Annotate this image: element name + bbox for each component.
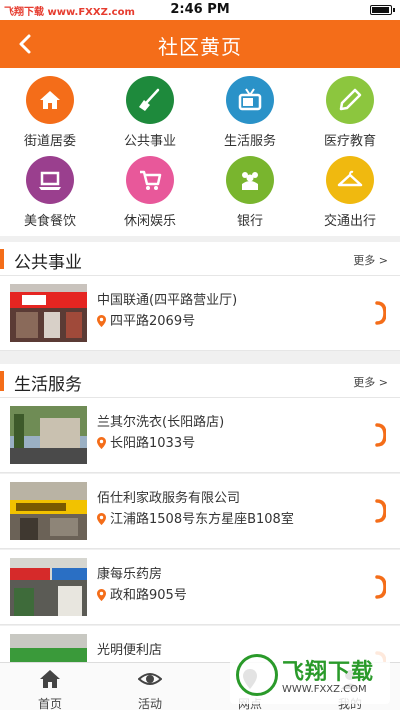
people-icon: [226, 156, 274, 204]
shop-thumbnail: [10, 406, 87, 464]
tab-home[interactable]: 首页: [0, 663, 100, 710]
location-pin-icon: [97, 513, 106, 525]
item-name: 光明便利店: [97, 643, 163, 658]
phone-icon[interactable]: [374, 422, 386, 448]
section-title: 公共事业: [14, 253, 82, 273]
battery-icon: [370, 5, 395, 15]
item-address-text: 四平路2069号: [110, 314, 196, 329]
phone-icon[interactable]: [374, 498, 386, 524]
list-item[interactable]: 中国联通(四平路营业厅) 四平路2069号: [0, 276, 400, 351]
watermark-logo-icon: [236, 654, 278, 696]
title-bar: 社区黄页: [0, 20, 400, 68]
pen-icon: [326, 76, 374, 124]
tv-icon: [226, 76, 274, 124]
shop-thumbnail: [10, 284, 87, 342]
category-item-bank[interactable]: 银行: [200, 148, 300, 229]
category-item-food[interactable]: 美食餐饮: [0, 148, 100, 229]
status-time: 2:46 PM: [170, 2, 230, 17]
more-link[interactable]: 更多 >: [353, 252, 388, 268]
more-link[interactable]: 更多 >: [353, 374, 388, 390]
category-item-street[interactable]: 街道居委: [0, 68, 100, 149]
location-pin-icon: [97, 315, 106, 327]
shop-thumbnail: [10, 482, 87, 540]
category-item-utility[interactable]: 公共事业: [100, 68, 200, 149]
list-item[interactable]: 兰其尔洗衣(长阳路店) 长阳路1033号: [0, 398, 400, 473]
category-label: 交通出行: [323, 214, 376, 229]
category-item-medical[interactable]: 医疗教育: [300, 68, 400, 149]
home-icon: [26, 76, 74, 124]
category-label: 街道居委: [23, 134, 76, 149]
location-pin-icon: [97, 437, 106, 449]
section-accent-bar: [0, 249, 4, 269]
category-label: 休闲娱乐: [123, 214, 176, 229]
section-title: 生活服务: [14, 375, 82, 395]
item-name: 兰其尔洗衣(长阳路店): [97, 415, 225, 430]
item-address: 政和路905号: [97, 584, 187, 603]
category-label: 医疗教育: [323, 134, 376, 149]
category-label: 生活服务: [223, 134, 276, 149]
tab-label: 首页: [37, 697, 62, 710]
item-address-text: 政和路905号: [110, 588, 187, 603]
home-icon: [40, 670, 60, 688]
shop-thumbnail: [10, 558, 87, 616]
category-item-transport[interactable]: 交通出行: [300, 148, 400, 229]
broom-icon: [126, 76, 174, 124]
eye-icon: [137, 673, 163, 685]
section-accent-bar: [0, 371, 4, 391]
status-bar: 飞翔下载 www.FXXZ.com 2:46 PM: [0, 0, 400, 20]
item-address: 江浦路1508号东方星座B108室: [97, 508, 294, 527]
category-grid: 街道居委 公共事业 生活服务 医疗教育 美食餐饮 休闲娱乐 银行 交通出行: [0, 68, 400, 236]
tab-label: 活动: [137, 697, 162, 710]
screen: 飞翔下载 www.FXXZ.com 2:46 PM 社区黄页 街道居委 公共事业: [0, 0, 400, 710]
phone-icon[interactable]: [374, 574, 386, 600]
item-name: 佰仕利家政服务有限公司: [97, 491, 241, 506]
category-label: 美食餐饮: [23, 214, 76, 229]
category-label: 银行: [236, 214, 263, 229]
phone-icon[interactable]: [374, 300, 386, 326]
section-header-life: 生活服务 更多 >: [0, 364, 400, 398]
tab-activity[interactable]: 活动: [100, 663, 200, 710]
watermark-url: WWW.FXXZ.COM: [282, 684, 367, 695]
page-title: 社区黄页: [158, 35, 242, 59]
item-name: 康每乐药房: [97, 567, 163, 582]
laptop-icon: [26, 156, 74, 204]
item-address: 长阳路1033号: [97, 432, 195, 451]
hanger-icon: [326, 156, 374, 204]
list-item[interactable]: 佰仕利家政服务有限公司 江浦路1508号东方星座B108室: [0, 474, 400, 549]
location-pin-icon: [97, 589, 106, 601]
item-address: 四平路2069号: [97, 310, 195, 329]
corner-watermark: 飞翔下载 WWW.FXXZ.COM: [230, 648, 390, 704]
item-name: 中国联通(四平路营业厅): [97, 293, 238, 308]
section-header-utility: 公共事业 更多 >: [0, 242, 400, 276]
list-item[interactable]: 康每乐药房 政和路905号: [0, 550, 400, 625]
item-address-text: 长阳路1033号: [110, 436, 196, 451]
category-label: 公共事业: [123, 134, 176, 149]
watermark-title: 飞翔下载: [282, 660, 375, 685]
category-item-leisure[interactable]: 休闲娱乐: [100, 148, 200, 229]
item-address-text: 江浦路1508号东方星座B108室: [110, 512, 294, 527]
cart-icon: [126, 156, 174, 204]
category-item-life[interactable]: 生活服务: [200, 68, 300, 149]
